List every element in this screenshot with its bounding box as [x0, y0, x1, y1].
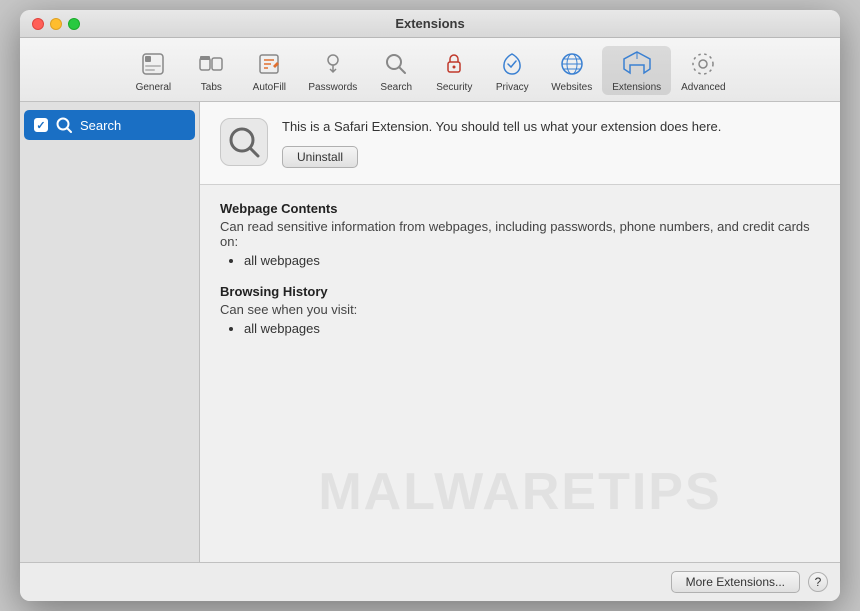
- permission-webpage-contents: Webpage Contents Can read sensitive info…: [220, 201, 820, 268]
- toolbar-item-search[interactable]: Search: [367, 46, 425, 95]
- toolbar-item-autofill[interactable]: AutoFill: [240, 46, 298, 95]
- footer: More Extensions... ?: [20, 562, 840, 601]
- permission-list-webpage: all webpages: [220, 253, 820, 268]
- toolbar-item-websites[interactable]: Websites: [541, 46, 602, 95]
- sidebar-ext-icon: [54, 115, 74, 135]
- security-label: Security: [436, 82, 472, 93]
- toolbar-item-extensions[interactable]: Extensions: [602, 46, 671, 95]
- help-button[interactable]: ?: [808, 572, 828, 592]
- websites-icon: [556, 48, 588, 80]
- list-item: all webpages: [244, 321, 820, 336]
- extensions-icon: [621, 48, 653, 80]
- extension-big-icon: [220, 118, 268, 166]
- extension-checkbox[interactable]: ✓: [34, 118, 48, 132]
- minimize-button[interactable]: [50, 18, 62, 30]
- checkmark-icon: ✓: [36, 119, 45, 132]
- tabs-label: Tabs: [201, 82, 222, 93]
- titlebar: Extensions: [20, 10, 840, 38]
- main-content: ✓ Search MALWARETIPS: [20, 102, 840, 562]
- extension-header-text: This is a Safari Extension. You should t…: [282, 118, 820, 168]
- extensions-label: Extensions: [612, 82, 661, 93]
- traffic-lights: [32, 18, 80, 30]
- close-button[interactable]: [32, 18, 44, 30]
- toolbar-item-privacy[interactable]: Privacy: [483, 46, 541, 95]
- list-item: all webpages: [244, 253, 820, 268]
- main-window: Extensions General: [20, 10, 840, 601]
- permissions-section: Webpage Contents Can read sensitive info…: [200, 185, 840, 562]
- sidebar: ✓ Search: [20, 102, 200, 562]
- sidebar-item-search-ext[interactable]: ✓ Search: [24, 110, 195, 140]
- toolbar-item-general[interactable]: General: [124, 46, 182, 95]
- window-title: Extensions: [395, 16, 464, 31]
- permission-desc-history: Can see when you visit:: [220, 302, 820, 317]
- toolbar: General Tabs: [20, 38, 840, 102]
- general-label: General: [136, 82, 172, 93]
- toolbar-item-tabs[interactable]: Tabs: [182, 46, 240, 95]
- maximize-button[interactable]: [68, 18, 80, 30]
- more-extensions-button[interactable]: More Extensions...: [671, 571, 800, 593]
- advanced-icon: [687, 48, 719, 80]
- websites-label: Websites: [551, 82, 592, 93]
- general-icon: [137, 48, 169, 80]
- privacy-icon: [496, 48, 528, 80]
- advanced-label: Advanced: [681, 82, 725, 93]
- extension-description: This is a Safari Extension. You should t…: [282, 118, 820, 136]
- privacy-label: Privacy: [496, 82, 529, 93]
- autofill-icon: [253, 48, 285, 80]
- tabs-icon: [195, 48, 227, 80]
- uninstall-button[interactable]: Uninstall: [282, 146, 358, 168]
- security-icon: [438, 48, 470, 80]
- search-icon: [380, 48, 412, 80]
- toolbar-item-advanced[interactable]: Advanced: [671, 46, 735, 95]
- detail-panel: MALWARETIPS This is a Safari Extension. …: [200, 102, 840, 562]
- autofill-label: AutoFill: [253, 82, 286, 93]
- sidebar-ext-label: Search: [80, 118, 121, 133]
- search-label: Search: [380, 82, 412, 93]
- extension-header: This is a Safari Extension. You should t…: [200, 102, 840, 185]
- permission-title-webpage: Webpage Contents: [220, 201, 820, 216]
- permission-list-history: all webpages: [220, 321, 820, 336]
- permission-title-history: Browsing History: [220, 284, 820, 299]
- passwords-label: Passwords: [308, 82, 357, 93]
- permission-browsing-history: Browsing History Can see when you visit:…: [220, 284, 820, 336]
- toolbar-item-security[interactable]: Security: [425, 46, 483, 95]
- permission-desc-webpage: Can read sensitive information from webp…: [220, 219, 820, 249]
- passwords-icon: [317, 48, 349, 80]
- toolbar-item-passwords[interactable]: Passwords: [298, 46, 367, 95]
